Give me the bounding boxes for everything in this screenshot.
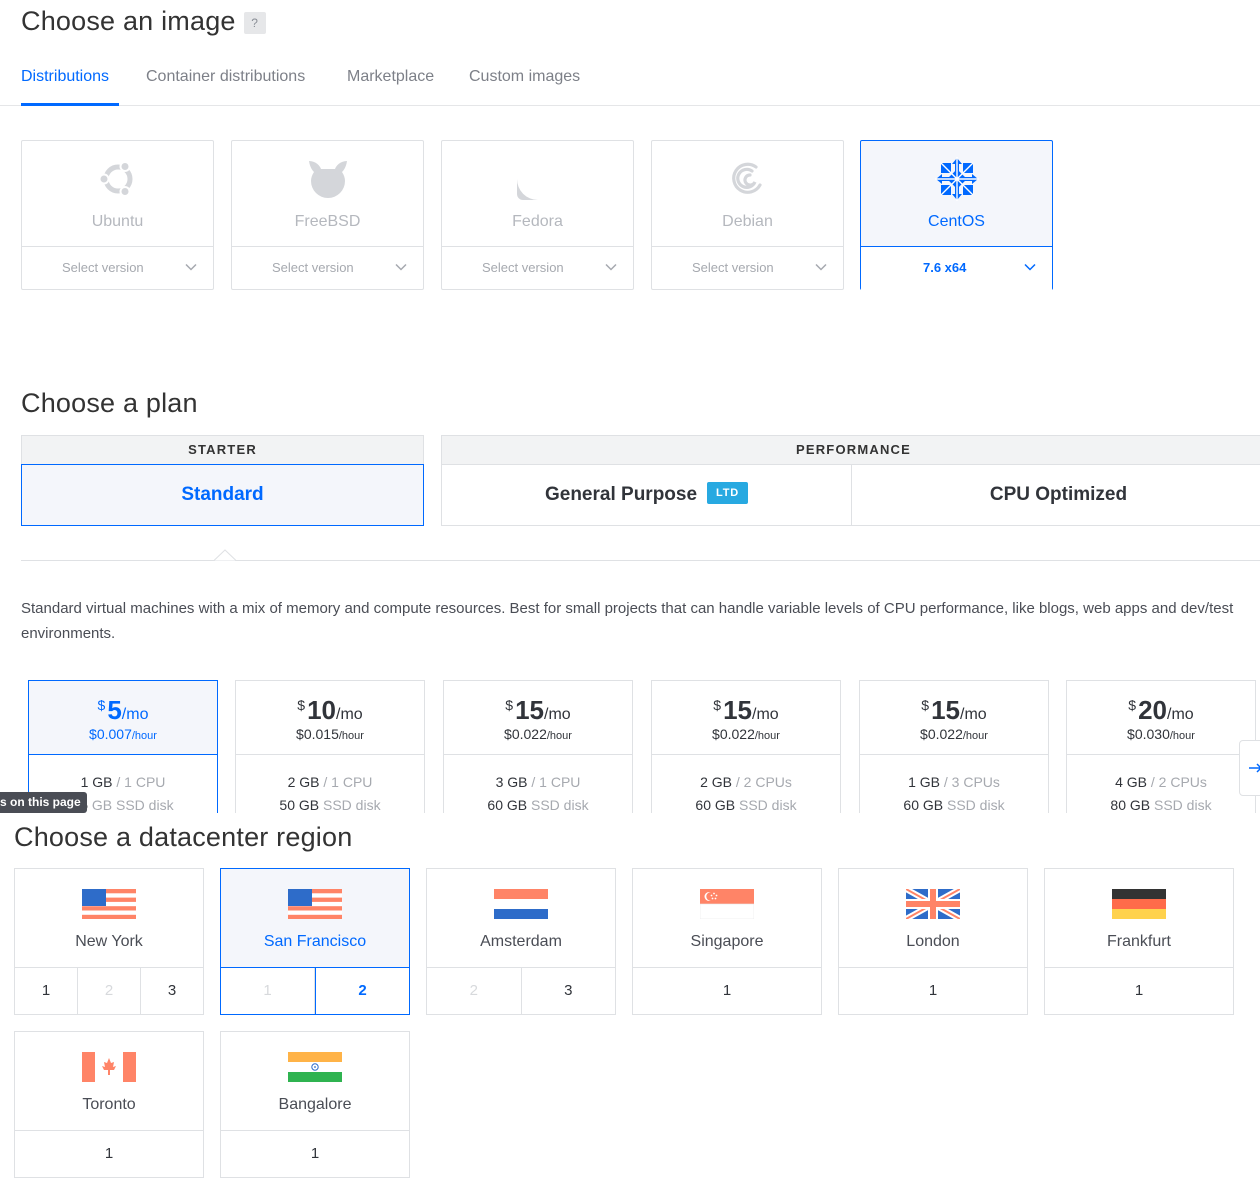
datacenter-option[interactable]: 1	[633, 968, 821, 1014]
region-card-new-york[interactable]: New York 1 2 3	[14, 868, 204, 1015]
hourly-price: $0.030	[1127, 726, 1170, 742]
debian-icon	[652, 157, 843, 201]
scroll-right-button[interactable]	[1239, 740, 1260, 796]
image-section-title: Choose an image?	[21, 6, 266, 37]
hourly-price: $0.022	[504, 726, 547, 742]
distro-card-ubuntu[interactable]: Ubuntu Select version	[21, 140, 214, 290]
distro-card-debian[interactable]: Debian Select version	[651, 140, 844, 290]
plan-card[interactable]: $15/mo $0.022/hour 3 GB / 1 CPU 60 GB SS…	[443, 680, 633, 813]
plan-card[interactable]: $15/mo $0.022/hour 1 GB / 3 CPUs 60 GB S…	[859, 680, 1049, 813]
region-card-toronto[interactable]: Toronto 1	[14, 1031, 204, 1178]
monthly-price: 5	[107, 695, 122, 725]
distro-name: Fedora	[512, 213, 563, 230]
version-select[interactable]: Select version	[652, 247, 843, 290]
caret-up-icon	[214, 549, 236, 561]
version-select[interactable]: Select version	[232, 247, 423, 290]
distro-name: Debian	[722, 213, 773, 230]
ca-flag-icon	[82, 1052, 136, 1082]
chevron-down-icon	[395, 263, 407, 271]
page-tooltip: s on this page	[0, 792, 87, 813]
datacenter-option[interactable]: 1	[839, 968, 1027, 1014]
region-card-amsterdam[interactable]: Amsterdam 2 3	[426, 868, 616, 1015]
distro-name: FreeBSD	[294, 213, 361, 230]
plan-description: Standard virtual machines with a mix of …	[21, 600, 1234, 642]
image-tabs: Distributions Container distributions Ma…	[0, 56, 1260, 106]
tab-marketplace[interactable]: Marketplace	[347, 68, 434, 86]
hourly-price: $0.022	[712, 726, 755, 742]
region-card-london[interactable]: London 1	[838, 868, 1028, 1015]
version-select[interactable]: Select version	[22, 247, 213, 290]
plan-card[interactable]: $15/mo $0.022/hour 2 GB / 2 CPUs 60 GB S…	[651, 680, 841, 813]
plan-section-title: Choose a plan	[21, 388, 198, 418]
plan-tab-standard[interactable]: Standard	[21, 464, 424, 526]
monthly-price: 10	[307, 695, 337, 725]
hourly-price: $0.015	[296, 726, 339, 742]
region-section-title: Choose a datacenter region	[14, 822, 353, 852]
nl-flag-icon	[494, 889, 548, 919]
distro-name: Ubuntu	[91, 213, 144, 230]
version-select[interactable]: 7.6 x64	[861, 247, 1052, 290]
tab-custom-images[interactable]: Custom images	[469, 68, 580, 86]
region-card-singapore[interactable]: Singapore 1	[632, 868, 822, 1015]
chevron-down-icon	[605, 263, 617, 271]
chevron-down-icon	[185, 263, 197, 271]
datacenter-option: 1	[221, 968, 315, 1014]
tab-distributions[interactable]: Distributions	[21, 68, 109, 86]
datacenter-option-selected[interactable]: 2	[315, 967, 410, 1015]
monthly-price: 15	[723, 695, 753, 725]
plan-card[interactable]: $20/mo $0.030/hour 4 GB / 2 CPUs 80 GB S…	[1066, 680, 1256, 813]
region-card-bangalore[interactable]: Bangalore 1	[220, 1031, 410, 1178]
datacenter-option[interactable]: 1	[221, 1131, 409, 1177]
chevron-down-icon	[1024, 263, 1036, 271]
active-tab-underline	[21, 103, 119, 106]
distro-name: CentOS	[928, 213, 985, 230]
hourly-price: $0.007	[89, 726, 132, 742]
ltd-badge: LTD	[707, 481, 749, 504]
plan-group-starter: STARTER	[21, 435, 424, 465]
us-flag-icon	[288, 889, 342, 919]
monthly-price: 15	[515, 695, 545, 725]
datacenter-option: 2	[427, 968, 522, 1014]
freebsd-icon	[232, 157, 423, 201]
distro-card-centos[interactable]: CentOS 7.6 x64	[860, 140, 1053, 290]
region-card-san-francisco[interactable]: San Francisco 1 2	[220, 868, 410, 1015]
datacenter-option[interactable]: 1	[1045, 968, 1233, 1014]
datacenter-option[interactable]: 3	[522, 968, 616, 1014]
plan-group-performance: PERFORMANCE	[441, 435, 1260, 465]
distro-card-freebsd[interactable]: FreeBSD Select version	[231, 140, 424, 290]
plan-tab-general-purpose[interactable]: General Purpose LTD	[441, 464, 852, 526]
chevron-down-icon	[815, 263, 827, 271]
fedora-icon	[442, 157, 633, 201]
datacenter-option: 2	[78, 968, 141, 1014]
centos-icon	[861, 157, 1052, 201]
hourly-price: $0.022	[920, 726, 963, 742]
datacenter-option[interactable]: 1	[15, 1131, 203, 1177]
plan-divider	[21, 560, 1260, 561]
us-flag-icon	[82, 889, 136, 919]
uk-flag-icon	[906, 889, 960, 919]
distro-card-fedora[interactable]: Fedora Select version	[441, 140, 634, 290]
monthly-price: 20	[1138, 695, 1168, 725]
in-flag-icon	[288, 1052, 342, 1082]
help-icon[interactable]: ?	[243, 11, 266, 34]
ubuntu-icon	[22, 157, 213, 201]
plan-card[interactable]: $10/mo $0.015/hour 2 GB / 1 CPU 50 GB SS…	[235, 680, 425, 813]
monthly-price: 15	[931, 695, 961, 725]
version-select[interactable]: Select version	[442, 247, 633, 290]
arrow-right-icon	[1249, 763, 1260, 773]
region-card-frankfurt[interactable]: Frankfurt 1	[1044, 868, 1234, 1015]
plan-tab-cpu-optimized[interactable]: CPU Optimized	[851, 464, 1260, 526]
sg-flag-icon	[700, 889, 754, 919]
datacenter-option[interactable]: 1	[15, 968, 78, 1014]
datacenter-option[interactable]: 3	[141, 968, 203, 1014]
tab-container-distributions[interactable]: Container distributions	[146, 68, 305, 86]
de-flag-icon	[1112, 889, 1166, 919]
